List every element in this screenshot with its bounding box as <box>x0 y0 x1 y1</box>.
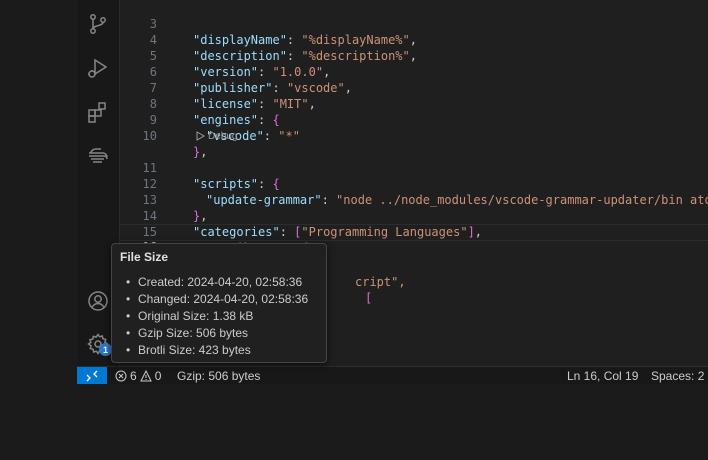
line-number: 10 <box>142 129 157 143</box>
code-line: 12 "update-grammar": "node ../node_modul… <box>120 160 708 207</box>
problems-indicator[interactable]: 6 0 <box>115 367 161 384</box>
code-line: 3 "displayName": "%displayName%", <box>120 0 708 47</box>
tooltip-item-gzip-size: Gzip Size: 506 bytes <box>126 325 308 342</box>
code-line: 13 }, <box>120 176 708 223</box>
code-line: 11 "scripts": { <box>120 144 708 191</box>
code-line: 10 }, <box>120 112 708 159</box>
extensions-icon[interactable] <box>85 99 111 125</box>
code-line: 7 "license": "MIT", <box>120 64 708 111</box>
codelens-label: Debug <box>208 130 238 142</box>
code-line: 5 "version": "1.0.0", <box>120 32 708 79</box>
docker-icon[interactable] <box>85 142 111 168</box>
tooltip-item-created: Created: 2024-04-20, 02:58:36 <box>126 274 308 291</box>
gzip-size-status[interactable]: Gzip: 506 bytes <box>177 367 260 384</box>
file-size-tooltip: File Size Created: 2024-04-20, 02:58:36 … <box>111 243 327 363</box>
code-line: 9 "vscode": "*" <box>120 96 708 143</box>
remote-indicator[interactable] <box>77 367 107 384</box>
error-icon <box>115 370 127 382</box>
code-fragment: [ <box>365 291 373 305</box>
cursor-position[interactable]: Ln 16, Col 19 <box>567 367 638 384</box>
indentation-status[interactable]: Spaces: 2 <box>651 367 704 384</box>
warning-count: 0 <box>154 369 162 383</box>
code-line: 8 "engines": { <box>120 80 708 127</box>
tooltip-item-brotli-size: Brotli Size: 423 bytes <box>126 342 308 359</box>
debug-play-icon <box>196 131 205 141</box>
run-debug-icon[interactable] <box>85 55 111 81</box>
tooltip-item-original-size: Original Size: 1.38 kB <box>126 308 308 325</box>
error-count: 6 <box>130 369 137 383</box>
source-control-icon[interactable] <box>85 11 111 37</box>
debug-codelens[interactable]: Debug <box>195 129 237 143</box>
tooltip-item-changed: Changed: 2024-04-20, 02:58:36 <box>126 291 308 308</box>
status-bar: 6 0 Gzip: 506 bytes Ln 16, Col 19 Spaces… <box>77 366 708 384</box>
remote-icon <box>86 370 98 382</box>
tooltip-list: Created: 2024-04-20, 02:58:36 Changed: 2… <box>126 274 308 359</box>
json-value: "*" <box>278 129 300 143</box>
code-line: 4 "description": "%description%", <box>120 16 708 63</box>
code-line: 15 "contributes": { <box>120 208 708 255</box>
code-line: 6 "publisher": "vscode", <box>120 48 708 95</box>
current-code-line: 16 "languages": [ <box>120 224 708 270</box>
tooltip-title: File Size <box>120 250 169 264</box>
warning-icon <box>139 370 152 382</box>
account-icon[interactable] <box>85 288 111 314</box>
code-line: 14 "categories": ["Programming Languages… <box>120 192 708 239</box>
